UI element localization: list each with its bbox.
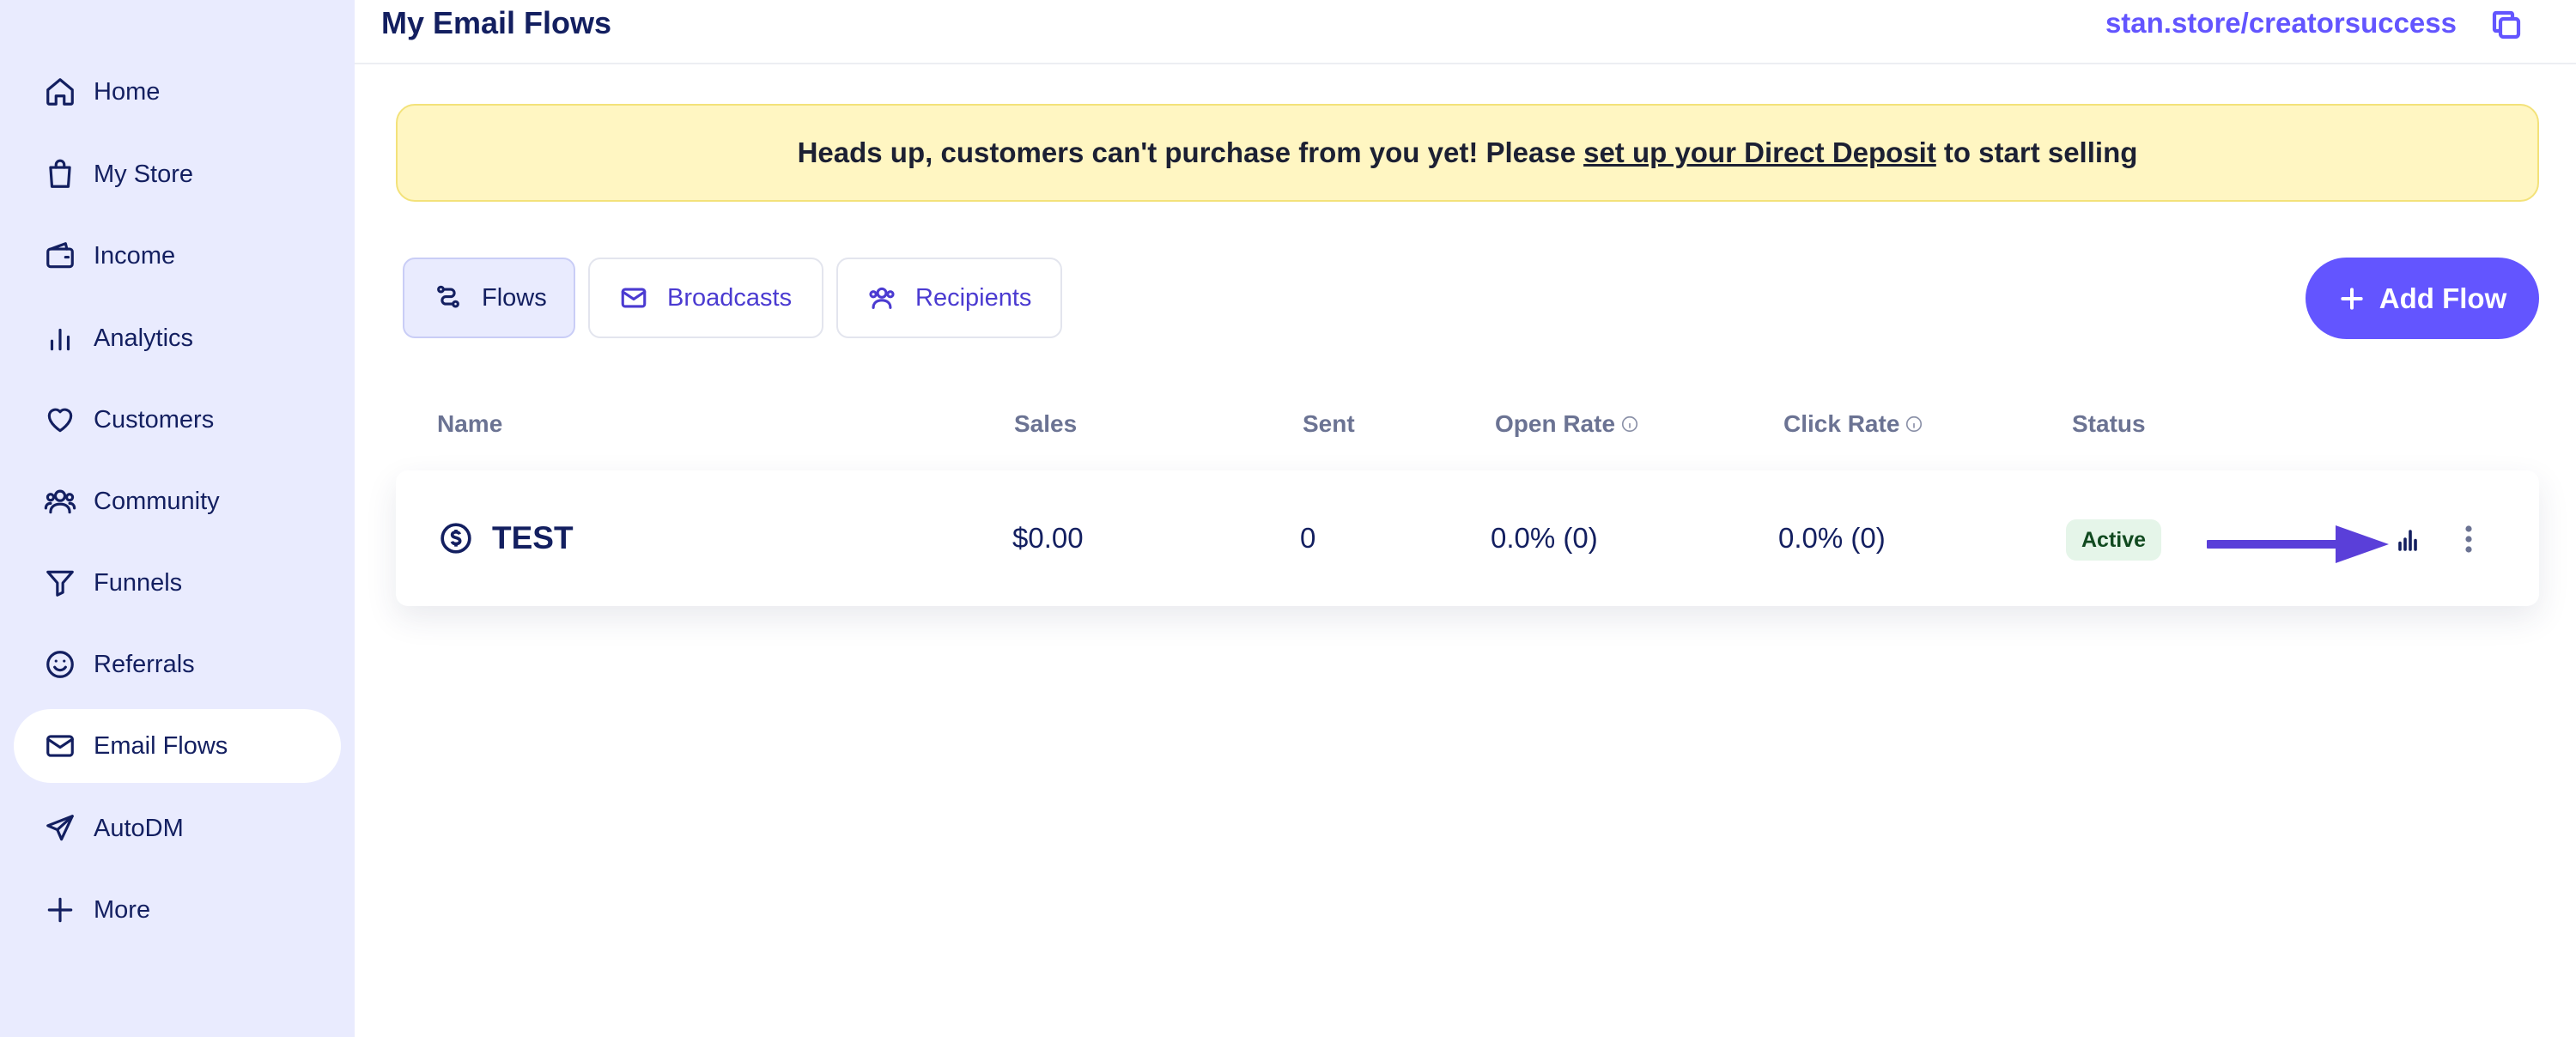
flows-icon — [434, 283, 463, 312]
tab-label: Recipients — [915, 283, 1032, 312]
sidebar-item-label: Home — [94, 77, 161, 106]
direct-deposit-alert: Heads up, customers can't purchase from … — [396, 104, 2539, 202]
bar-chart-icon[interactable] — [2392, 524, 2423, 555]
flow-name-cell: TEST — [439, 470, 574, 606]
column-header-open-rate: Open Rate — [1495, 410, 1639, 438]
add-flow-label: Add Flow — [2379, 282, 2507, 314]
annotation-arrow-icon — [2207, 525, 2389, 563]
users-icon — [867, 283, 896, 312]
tab-label: Broadcasts — [667, 283, 793, 312]
sidebar-item-label: My Store — [94, 160, 194, 188]
sidebar-item-label: AutoDM — [94, 814, 184, 842]
open-rate-cell: 0.0% (0) — [1491, 522, 1598, 554]
column-header-label: Click Rate — [1783, 410, 1900, 437]
more-vertical-icon[interactable] — [2456, 524, 2482, 555]
column-header-label: Sent — [1303, 410, 1355, 437]
tab-broadcasts[interactable]: Broadcasts — [588, 258, 823, 338]
column-header-label: Name — [437, 410, 503, 437]
alert-text-end: to start selling — [1943, 136, 2138, 168]
header-divider — [355, 63, 2576, 64]
sales-cell: $0.00 — [1012, 522, 1084, 554]
sidebar-item-label: Analytics — [94, 324, 194, 352]
smile-icon — [44, 648, 76, 681]
column-header-label: Sales — [1014, 410, 1078, 437]
tab-label: Flows — [482, 283, 547, 312]
add-flow-button[interactable]: Add Flow — [2306, 258, 2539, 339]
flow-name[interactable]: TEST — [492, 520, 574, 556]
info-icon[interactable] — [1905, 415, 1923, 434]
sidebar-item-autodm[interactable]: AutoDM — [14, 791, 341, 865]
home-icon — [44, 76, 76, 108]
sidebar-item-customers[interactable]: Customers — [14, 383, 341, 457]
mail-icon — [619, 283, 648, 312]
column-header-label: Open Rate — [1495, 410, 1616, 437]
dollar-circle-icon — [439, 521, 473, 555]
sidebar-item-label: Customers — [94, 405, 215, 434]
column-header-label: Status — [2072, 410, 2146, 437]
sent-cell: 0 — [1300, 522, 1316, 554]
shopping-bag-icon — [44, 158, 76, 191]
tab-recipients[interactable]: Recipients — [836, 258, 1062, 338]
wallet-icon — [44, 240, 76, 272]
sidebar-item-label: Referrals — [94, 650, 195, 678]
sidebar-item-email-flows[interactable]: Email Flows — [14, 709, 341, 783]
sidebar-item-label: Email Flows — [94, 731, 228, 760]
filter-icon — [44, 567, 76, 599]
store-link[interactable]: stan.store/creatorsuccess — [2105, 7, 2457, 39]
users-icon — [44, 485, 76, 518]
plus-icon — [44, 894, 76, 926]
direct-deposit-link[interactable]: set up your Direct Deposit — [1583, 136, 1936, 169]
sidebar-item-label: Funnels — [94, 568, 183, 597]
sidebar: Home My Store Income Analytics Customers… — [0, 0, 355, 1037]
sidebar-item-funnels[interactable]: Funnels — [14, 546, 341, 620]
sidebar-item-more[interactable]: More — [14, 873, 341, 947]
info-icon[interactable] — [1620, 415, 1639, 434]
tab-flows[interactable]: Flows — [403, 258, 575, 338]
column-header-name: Name — [437, 410, 502, 438]
sidebar-item-label: More — [94, 895, 151, 924]
page-title: My Email Flows — [381, 5, 612, 40]
sidebar-item-home[interactable]: Home — [14, 55, 341, 129]
sidebar-item-my-store[interactable]: My Store — [14, 137, 341, 211]
column-header-sent: Sent — [1303, 410, 1355, 438]
status-badge: Active — [2066, 519, 2162, 561]
bar-chart-icon — [44, 322, 76, 355]
send-icon — [44, 812, 76, 845]
column-header-status: Status — [2072, 410, 2146, 438]
sidebar-item-label: Income — [94, 241, 176, 270]
sidebar-item-label: Community — [94, 487, 220, 515]
column-header-click-rate: Click Rate — [1783, 410, 1923, 438]
column-header-sales: Sales — [1014, 410, 1077, 438]
click-rate-cell: 0.0% (0) — [1778, 522, 1886, 554]
sidebar-item-referrals[interactable]: Referrals — [14, 628, 341, 701]
sidebar-item-community[interactable]: Community — [14, 464, 341, 538]
sidebar-item-income[interactable]: Income — [14, 219, 341, 293]
heart-icon — [44, 403, 76, 436]
alert-text: Heads up, customers can't purchase from … — [797, 136, 1577, 168]
plus-icon — [2338, 285, 2366, 312]
mail-icon — [44, 730, 76, 762]
sidebar-item-analytics[interactable]: Analytics — [14, 301, 341, 375]
copy-icon[interactable] — [2488, 7, 2524, 43]
